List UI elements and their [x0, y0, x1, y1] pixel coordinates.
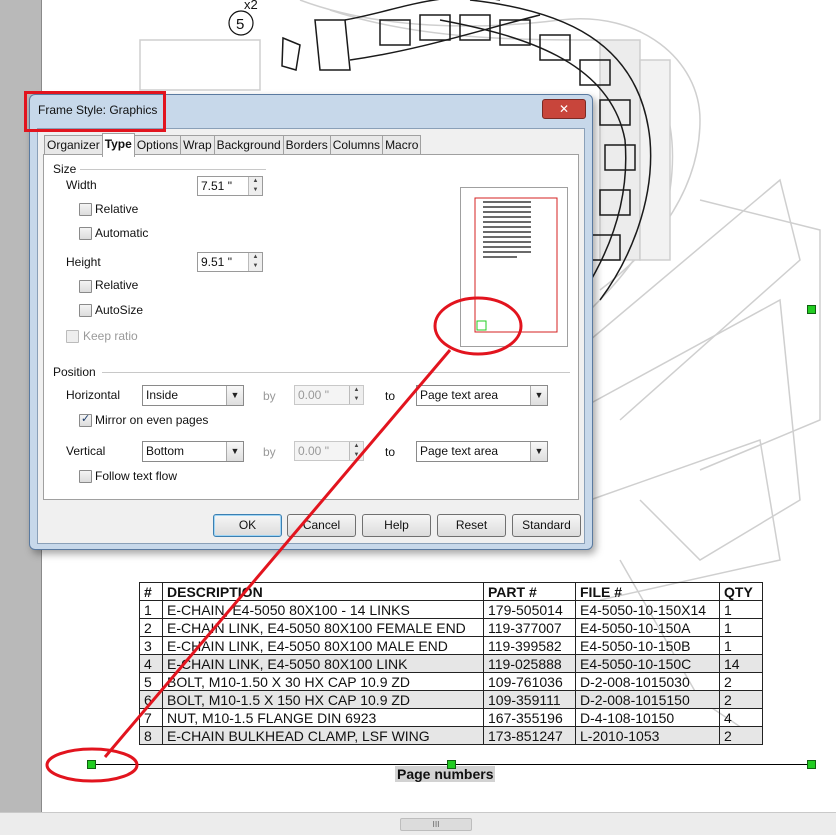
horizontal-scrollbar[interactable]: III [0, 812, 836, 835]
preview-highlight-circle [433, 296, 523, 356]
annotation-overlay [45, 296, 523, 783]
handle-highlight-circle [45, 747, 139, 783]
connector-arrow-line [103, 349, 452, 758]
scrollbar-thumb[interactable]: III [400, 818, 472, 831]
tab-type[interactable]: Type [101, 133, 135, 157]
